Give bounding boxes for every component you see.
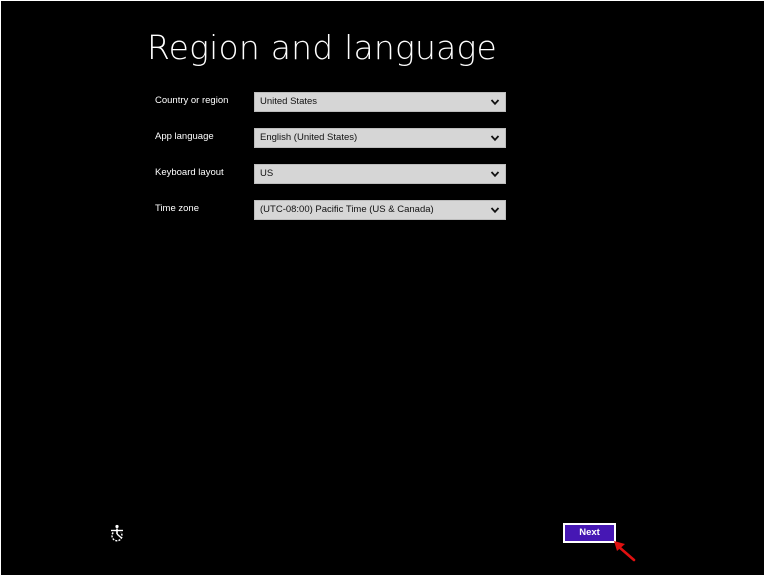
country-region-select[interactable]: United States <box>254 92 506 112</box>
time-zone-row: Time zone (UTC-08:00) Pacific Time (US &… <box>155 200 507 220</box>
chevron-down-icon <box>490 171 500 178</box>
country-region-value: United States <box>260 96 318 107</box>
app-language-select[interactable]: English (United States) <box>254 128 506 148</box>
time-zone-select[interactable]: (UTC-08:00) Pacific Time (US & Canada) <box>254 200 506 220</box>
ease-of-access-button[interactable] <box>107 523 127 543</box>
keyboard-layout-select[interactable]: US <box>254 164 506 184</box>
page-title: Region and language <box>147 28 498 67</box>
keyboard-layout-label: Keyboard layout <box>155 167 224 178</box>
time-zone-value: (UTC-08:00) Pacific Time (US & Canada) <box>260 204 434 215</box>
app-language-value: English (United States) <box>260 132 358 143</box>
app-language-row: App language English (United States) <box>155 128 507 148</box>
keyboard-layout-row: Keyboard layout US <box>155 164 507 184</box>
ease-of-access-icon <box>111 524 123 542</box>
keyboard-layout-value: US <box>260 168 274 179</box>
country-region-label: Country or region <box>155 95 229 106</box>
red-arrow-cursor-icon <box>614 541 636 562</box>
setup-screen: Region and language Country or region Un… <box>1 1 764 575</box>
time-zone-label: Time zone <box>155 203 199 214</box>
app-language-label: App language <box>155 131 214 142</box>
chevron-down-icon <box>490 207 500 214</box>
chevron-down-icon <box>490 135 500 142</box>
country-region-row: Country or region United States <box>155 92 507 112</box>
chevron-down-icon <box>490 99 500 106</box>
